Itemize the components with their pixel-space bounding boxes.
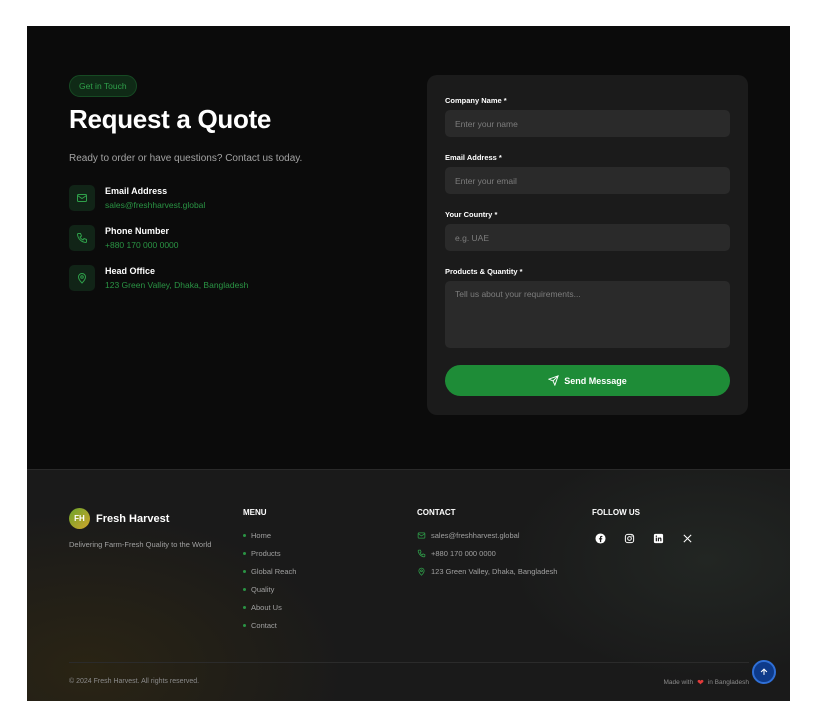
footer-email[interactable]: sales@freshharvest.global — [417, 526, 557, 544]
contact-email: Email Address sales@freshharvest.global — [69, 185, 205, 211]
menu-item-quality[interactable]: Quality — [243, 580, 296, 598]
contact-phone-label: Phone Number — [105, 226, 170, 236]
products-quantity-textarea[interactable] — [445, 281, 730, 348]
contact-phone: Phone Number +880 170 000 0000 — [69, 225, 179, 251]
quote-form: Company Name * Email Address * Your Coun… — [427, 75, 748, 415]
footer-divider — [69, 662, 749, 663]
menu-item-contact[interactable]: Contact — [243, 616, 296, 634]
logo-mark: FH — [69, 508, 90, 529]
scroll-to-top-button[interactable] — [752, 660, 776, 684]
send-message-label: Send Message — [564, 375, 627, 386]
mail-icon — [417, 532, 426, 538]
follow-heading: FOLLOW US — [592, 508, 640, 517]
footer-address: 123 Green Valley, Dhaka, Bangladesh — [417, 562, 557, 580]
page: Get in Touch Request a Quote Ready to or… — [27, 26, 790, 701]
phone-icon — [417, 549, 426, 557]
country-input[interactable] — [445, 224, 730, 251]
social-links — [595, 530, 711, 546]
map-pin-icon — [418, 567, 425, 576]
instagram-icon[interactable] — [624, 530, 653, 546]
arrow-up-icon — [760, 668, 768, 675]
contact-email-label: Email Address — [105, 186, 168, 196]
facebook-icon[interactable] — [595, 530, 624, 546]
menu-item-products[interactable]: Products — [243, 544, 296, 562]
footer-logo[interactable]: FH Fresh Harvest — [69, 508, 169, 529]
contact-phone-value[interactable]: +880 170 000 0000 — [105, 240, 179, 250]
company-name-label: Company Name * — [445, 96, 507, 105]
page-subtitle: Ready to order or have questions? Contac… — [69, 153, 303, 164]
footer-phone[interactable]: +880 170 000 0000 — [417, 544, 557, 562]
made-with-love: Made with ❤ in Bangladesh — [663, 678, 749, 687]
linkedin-icon[interactable] — [653, 530, 682, 546]
menu-item-global-reach[interactable]: Global Reach — [243, 562, 296, 580]
phone-icon — [69, 225, 95, 251]
copyright: © 2024 Fresh Harvest. All rights reserve… — [69, 678, 200, 685]
email-address-label: Email Address * — [445, 153, 502, 162]
company-name-input[interactable] — [445, 110, 730, 137]
send-icon — [548, 375, 560, 386]
brand-tagline: Delivering Farm-Fresh Quality to the Wor… — [69, 540, 212, 549]
contact-email-value[interactable]: sales@freshharvest.global — [105, 200, 205, 210]
contact-office-label: Head Office — [105, 266, 156, 276]
page-title: Request a Quote — [69, 104, 272, 134]
send-message-button[interactable]: Send Message — [445, 365, 730, 396]
footer-menu: Home Products Global Reach Quality About… — [243, 526, 296, 634]
heart-icon: ❤ — [697, 678, 704, 687]
products-quantity-label: Products & Quantity * — [445, 267, 523, 276]
brand-name: Fresh Harvest — [96, 512, 170, 525]
contact-heading: CONTACT — [417, 508, 456, 517]
menu-item-home[interactable]: Home — [243, 526, 296, 544]
map-pin-icon — [69, 265, 95, 291]
get-in-touch-badge: Get in Touch — [69, 75, 137, 97]
footer-contact: sales@freshharvest.global +880 170 000 0… — [417, 526, 557, 580]
contact-office-value: 123 Green Valley, Dhaka, Bangladesh — [105, 280, 249, 290]
menu-item-about-us[interactable]: About Us — [243, 598, 296, 616]
x-icon[interactable] — [682, 530, 711, 546]
menu-heading: MENU — [243, 508, 267, 517]
footer: FH Fresh Harvest Delivering Farm-Fresh Q… — [27, 469, 790, 701]
contact-office: Head Office 123 Green Valley, Dhaka, Ban… — [69, 265, 248, 291]
country-label: Your Country * — [445, 210, 498, 219]
email-input[interactable] — [445, 167, 730, 194]
mail-icon — [69, 185, 95, 211]
